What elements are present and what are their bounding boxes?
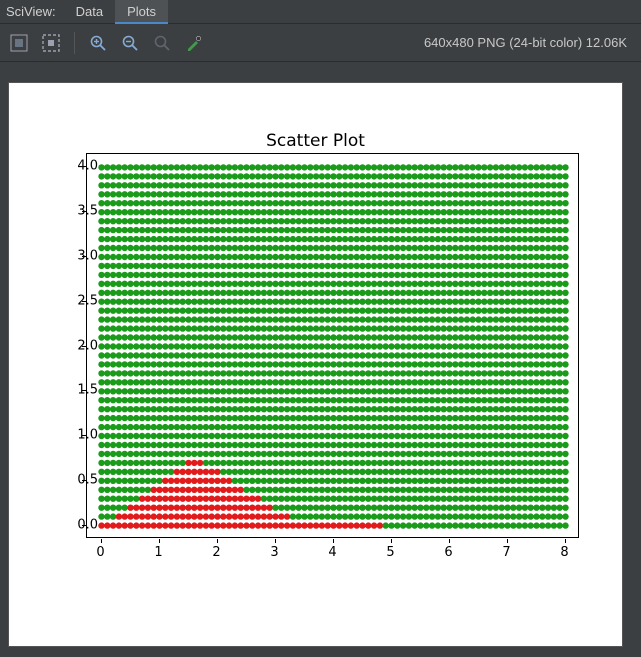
- x-tick-label: 3: [270, 545, 278, 560]
- actual-size-icon[interactable]: [8, 32, 30, 54]
- x-tick-mark: [275, 539, 276, 543]
- x-tick-mark: [159, 539, 160, 543]
- x-tick-label: 5: [386, 545, 394, 560]
- y-tick-label: 3.0: [58, 248, 98, 263]
- panel-title: SciView:: [0, 4, 64, 19]
- y-tick-label: 0.5: [58, 472, 98, 487]
- x-tick-label: 0: [96, 545, 104, 560]
- plot-canvas[interactable]: Scatter Plot 0.0 0.5 1.0 1.5 2.0 2.5 3.0 3.5 4.0…: [8, 82, 623, 647]
- x-tick-mark: [449, 539, 450, 543]
- y-tick-mark: [82, 435, 86, 436]
- zoom-out-icon[interactable]: [119, 32, 141, 54]
- fit-to-window-icon[interactable]: [40, 32, 62, 54]
- y-tick-label: 2.0: [58, 338, 98, 353]
- x-tick-label: 1: [154, 545, 162, 560]
- y-tick-label: 0.0: [58, 517, 98, 532]
- color-picker-icon[interactable]: [183, 32, 205, 54]
- image-info-status: 640x480 PNG (24-bit color) 12.06K: [424, 35, 633, 50]
- tab-plots[interactable]: Plots: [115, 0, 168, 24]
- y-tick-mark: [82, 480, 86, 481]
- x-tick-label: 6: [444, 545, 452, 560]
- x-tick-mark: [391, 539, 392, 543]
- scatter-points: [87, 154, 580, 539]
- x-tick-label: 8: [560, 545, 568, 560]
- y-tick-label: 1.5: [58, 383, 98, 398]
- toolbar-separator: [74, 32, 75, 54]
- y-tick-mark: [82, 525, 86, 526]
- x-tick-mark: [565, 539, 566, 543]
- y-tick-mark: [82, 390, 86, 391]
- x-tick-label: 2: [212, 545, 220, 560]
- x-tick-mark: [217, 539, 218, 543]
- x-tick-mark: [101, 539, 102, 543]
- y-tick-mark: [82, 256, 86, 257]
- y-tick-mark: [82, 211, 86, 212]
- y-tick-mark: [82, 301, 86, 302]
- chart-title: Scatter Plot: [9, 131, 622, 151]
- x-tick-label: 7: [502, 545, 510, 560]
- tab-data[interactable]: Data: [64, 0, 115, 24]
- sciview-tabs-bar: SciView: Data Plots: [0, 0, 641, 24]
- x-tick-mark: [507, 539, 508, 543]
- x-tick-label: 4: [328, 545, 336, 560]
- y-tick-mark: [82, 346, 86, 347]
- zoom-in-icon[interactable]: [87, 32, 109, 54]
- plot-toolbar: 640x480 PNG (24-bit color) 12.06K: [0, 24, 641, 62]
- tab-label: Data: [76, 4, 103, 19]
- y-tick-label: 2.5: [58, 293, 98, 308]
- y-tick-label: 1.0: [58, 428, 98, 443]
- plot-container: Scatter Plot 0.0 0.5 1.0 1.5 2.0 2.5 3.0 3.5 4.0…: [0, 62, 641, 657]
- y-tick-label: 3.5: [58, 204, 98, 219]
- tab-label: Plots: [127, 4, 156, 19]
- x-tick-mark: [333, 539, 334, 543]
- y-tick-mark: [82, 166, 86, 167]
- y-tick-label: 4.0: [58, 159, 98, 174]
- scatter-axes: [86, 153, 579, 538]
- reset-zoom-icon[interactable]: [151, 32, 173, 54]
